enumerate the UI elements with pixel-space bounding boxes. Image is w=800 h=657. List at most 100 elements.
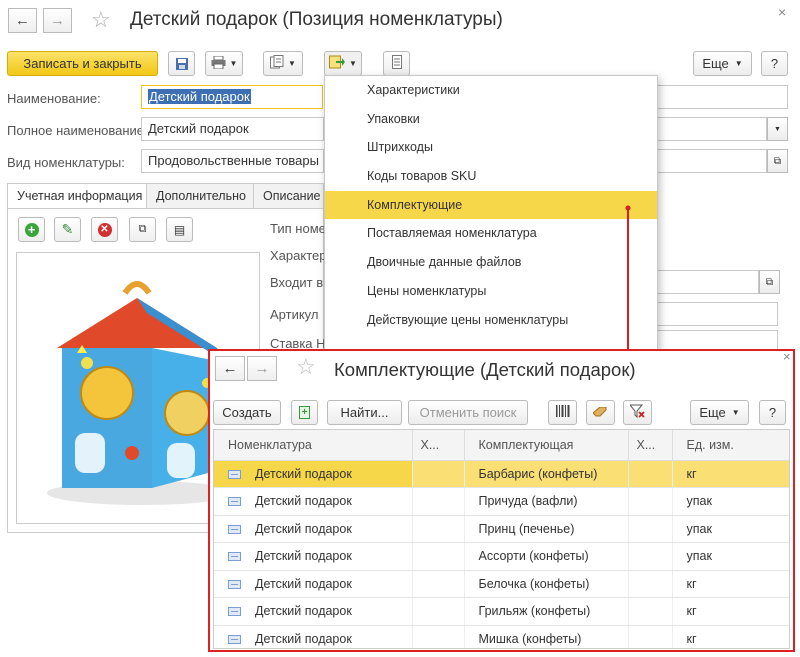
more-button[interactable]: Еще ▼ bbox=[693, 51, 752, 76]
menu-item-components[interactable]: Комплектующие bbox=[325, 190, 657, 220]
close-icon[interactable]: × bbox=[783, 349, 791, 364]
chevron-down-icon: ▼ bbox=[349, 59, 357, 68]
item-icon bbox=[228, 579, 241, 589]
group-label: Входит в bbox=[270, 275, 324, 290]
create-label: Создать bbox=[222, 405, 272, 420]
col-char1[interactable]: Х... bbox=[412, 430, 465, 461]
save-close-label: Записать и закрыть bbox=[23, 56, 142, 71]
star-icon[interactable]: ☆ bbox=[91, 7, 111, 33]
fullname-field[interactable]: Детский подарок bbox=[141, 117, 324, 141]
chevron-down-icon: ▼ bbox=[774, 125, 781, 133]
cell-char2 bbox=[628, 625, 673, 648]
kind-field[interactable]: Продовольственные товары bbox=[141, 149, 324, 173]
col-component[interactable]: Комплектующая bbox=[464, 430, 629, 461]
cell-item-text: Детский подарок bbox=[255, 466, 352, 481]
structure-button[interactable] bbox=[383, 51, 410, 76]
menu-item-sku[interactable]: Коды товаров SKU bbox=[325, 162, 657, 191]
sub-help-button[interactable]: ? bbox=[759, 400, 786, 425]
col-unit[interactable]: Ед. изм. bbox=[672, 430, 789, 461]
fullname-field-tail[interactable] bbox=[656, 117, 767, 141]
help-button[interactable]: ? bbox=[761, 51, 788, 76]
star-icon[interactable]: ☆ bbox=[296, 354, 316, 380]
article-field-tail[interactable] bbox=[656, 302, 778, 326]
cancel-search-button[interactable]: Отменить поиск bbox=[408, 400, 528, 425]
delete-icon: ✕ bbox=[97, 222, 112, 237]
tab-additional[interactable]: Дополнительно bbox=[146, 183, 256, 209]
back-button[interactable]: ← bbox=[8, 8, 37, 33]
name-value: Детский подарок bbox=[148, 89, 251, 104]
reports-button[interactable]: ▼ bbox=[263, 51, 303, 76]
table-row[interactable]: Детский подарок Мишка (конфеты) кг bbox=[214, 625, 789, 648]
cell-item: Детский подарок bbox=[214, 515, 413, 543]
cell-item-text: Детский подарок bbox=[255, 521, 352, 536]
characteristics-label: Характер bbox=[270, 248, 327, 263]
col-item[interactable]: Номенклатура bbox=[214, 430, 413, 461]
create-button[interactable]: Создать bbox=[213, 400, 281, 425]
cell-unit: упак bbox=[672, 487, 789, 516]
menu-item-binary-files[interactable]: Двоичные данные файлов bbox=[325, 248, 657, 277]
sub-more-button[interactable]: Еще ▼ bbox=[690, 400, 749, 425]
table-row[interactable]: Детский подарок Принц (печенье) упак bbox=[214, 515, 789, 543]
cell-char2 bbox=[628, 460, 673, 488]
cell-char1 bbox=[412, 570, 465, 598]
delete-image-button[interactable]: ✕ bbox=[91, 217, 118, 242]
cell-item-text: Детский подарок bbox=[255, 576, 352, 591]
copy-button[interactable]: + bbox=[291, 400, 318, 425]
print-button[interactable]: ▼ bbox=[205, 51, 243, 76]
add-image-button[interactable]: + bbox=[18, 217, 45, 242]
help-label: ? bbox=[770, 56, 779, 71]
edit-image-button[interactable]: ✎ bbox=[54, 217, 81, 242]
copy-image-button[interactable]: ⧉ bbox=[129, 217, 156, 242]
table-row[interactable]: Детский подарок Белочка (конфеты) кг bbox=[214, 570, 789, 598]
cell-item-text: Детский подарок bbox=[255, 604, 352, 619]
more-label: Еще bbox=[702, 56, 729, 71]
cell-char2 bbox=[628, 542, 673, 571]
find-button[interactable]: Найти... bbox=[327, 400, 402, 425]
tab-accounting[interactable]: Учетная информация bbox=[7, 183, 153, 209]
cell-unit: кг bbox=[672, 460, 789, 488]
menu-item-current-prices[interactable]: Действующие цены номенклатуры bbox=[325, 306, 657, 335]
group-open-button[interactable]: ⧉ bbox=[759, 270, 780, 294]
menu-item-supplied[interactable]: Поставляемая номенклатура bbox=[325, 219, 657, 248]
stack-icon: ▤ bbox=[173, 222, 186, 237]
group-field-tail[interactable] bbox=[656, 270, 759, 294]
cell-component: Барбарис (конфеты) bbox=[464, 460, 629, 488]
cell-component: Мишка (конфеты) bbox=[464, 625, 629, 648]
item-icon bbox=[228, 607, 241, 617]
name-field-tail[interactable] bbox=[656, 85, 788, 109]
cell-char1 bbox=[412, 597, 465, 626]
col-char2[interactable]: Х... bbox=[628, 430, 673, 461]
menu-item-packages[interactable]: Упаковки bbox=[325, 105, 657, 134]
cell-char2 bbox=[628, 597, 673, 626]
save-icon[interactable] bbox=[168, 51, 195, 76]
cell-char1 bbox=[412, 487, 465, 516]
name-field[interactable]: Детский подарок bbox=[141, 85, 323, 109]
cell-unit: упак bbox=[672, 515, 789, 543]
forward-button[interactable]: → bbox=[43, 8, 72, 33]
chevron-down-icon: ▼ bbox=[731, 408, 740, 417]
copy-add-icon: + bbox=[299, 406, 310, 419]
fullname-value: Детский подарок bbox=[148, 121, 249, 136]
item-icon bbox=[228, 469, 241, 479]
fullname-dropdown-button[interactable]: ▼ bbox=[767, 117, 788, 141]
sub-back-button[interactable]: ← bbox=[215, 356, 245, 381]
table-row[interactable]: Детский подарок Ассорти (конфеты) упак bbox=[214, 542, 789, 571]
kind-open-button[interactable]: ⧉ bbox=[767, 149, 788, 173]
save-close-button[interactable]: Записать и закрыть bbox=[7, 51, 158, 76]
tab-description[interactable]: Описание bbox=[253, 183, 324, 209]
goto-button[interactable]: ▼ bbox=[324, 51, 362, 76]
close-icon[interactable]: × bbox=[778, 4, 786, 20]
barcode-button[interactable] bbox=[548, 400, 577, 425]
menu-item-characteristics[interactable]: Характеристики bbox=[325, 76, 657, 105]
components-window: ← → ☆ Комплектующие (Детский подарок) × … bbox=[208, 349, 795, 652]
sub-forward-button[interactable]: → bbox=[247, 356, 277, 381]
menu-item-barcodes[interactable]: Штрихкоды bbox=[325, 133, 657, 162]
eraser-button[interactable] bbox=[586, 400, 615, 425]
clear-filter-button[interactable] bbox=[623, 400, 652, 425]
files-button[interactable]: ▤ bbox=[166, 217, 193, 242]
menu-item-prices[interactable]: Цены номенклатуры bbox=[325, 277, 657, 306]
kind-field-tail[interactable] bbox=[656, 149, 767, 173]
table-row[interactable]: Детский подарок Причуда (вафли) упак bbox=[214, 487, 789, 516]
table-row[interactable]: Детский подарок Барбарис (конфеты) кг bbox=[214, 460, 789, 488]
table-row[interactable]: Детский подарок Грильяж (конфеты) кг bbox=[214, 597, 789, 626]
